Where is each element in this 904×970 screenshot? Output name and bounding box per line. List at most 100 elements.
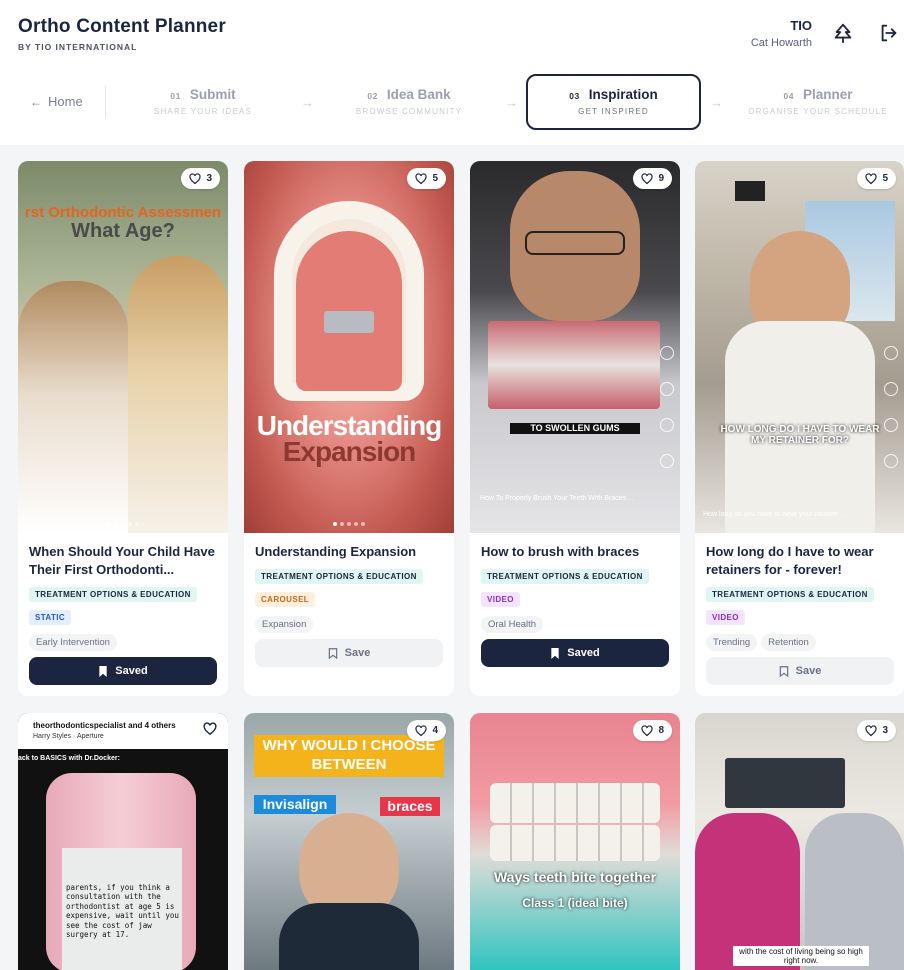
format-tag: VIDEO (706, 610, 745, 625)
save-button[interactable]: Save (255, 639, 443, 667)
inspiration-card[interactable]: Ways teeth bite together Class 1 (ideal … (470, 713, 680, 970)
card-title: Understanding Expansion (255, 544, 417, 559)
card-thumbnail[interactable]: Understanding Expansion (244, 161, 454, 533)
format-tag: VIDEO (481, 592, 520, 607)
tree-icon[interactable] (832, 22, 854, 44)
like-count: 5 (882, 173, 888, 184)
brand: Ortho Content Planner BY TIO INTERNATION… (18, 16, 226, 52)
overlay-headline: Ways teeth bite together (493, 869, 657, 885)
inspiration-card[interactable]: theorthodonticspecialist and 4 others Ha… (18, 713, 228, 970)
step-title: Idea Bank (386, 87, 451, 102)
like-button[interactable]: 4 (407, 720, 446, 741)
heart-icon[interactable] (203, 722, 217, 736)
app-header: Ortho Content Planner BY TIO INTERNATION… (0, 0, 904, 145)
overlay-caption: HOW LONG DO I HAVE TO WEAR MY RETAINER F… (720, 424, 880, 446)
category-tag: TREATMENT OPTIONS & EDUCATION (29, 587, 197, 602)
like-button[interactable]: 8 (633, 720, 672, 741)
like-button[interactable]: 3 (857, 720, 896, 741)
card-thumbnail[interactable]: with the cost of living being so high ri… (695, 713, 904, 970)
card-thumbnail[interactable]: HOW LONG DO I HAVE TO WEAR MY RETAINER F… (695, 161, 904, 533)
card-thumbnail[interactable]: WHY WOULD I CHOOSE BETWEEN Invisalign br… (244, 713, 454, 970)
step-subtitle: BROWSE COMMUNITY (355, 107, 463, 116)
overlay-audio: Harry Styles · Aperture (33, 733, 104, 740)
topic-chip: Retention (761, 634, 816, 651)
like-button[interactable]: 9 (633, 168, 672, 189)
heart-icon (865, 724, 878, 736)
topic-chip: Early Intervention (29, 634, 117, 651)
card-body: How to brush with braces TREATMENT OPTIO… (481, 543, 671, 633)
step-submit[interactable]: 01 Submit SHARE YOUR IDEAS (128, 74, 278, 130)
saved-button[interactable]: Saved (481, 639, 669, 667)
overlay-subheadline: Expansion (282, 436, 417, 467)
like-count: 3 (882, 725, 888, 736)
overlay-option-b: braces (380, 797, 440, 816)
heart-icon (641, 172, 654, 184)
arrow-right-icon: → (710, 95, 723, 110)
overlay-username: theorthodonticspecialist and 4 others (33, 722, 176, 730)
overlay-subheadline: What Age? (71, 220, 175, 242)
heart-icon (415, 172, 428, 184)
like-button[interactable]: 3 (181, 168, 220, 189)
save-label: Save (344, 647, 371, 659)
overlay-description: How long do you have to wear your retain… (703, 511, 847, 518)
app-title: Ortho Content Planner (18, 16, 226, 37)
step-navigation: ← Home 01 Submit SHARE YOUR IDEAS → 02 Ide… (0, 74, 904, 130)
card-body: How long do I have to wear retainers for… (706, 543, 896, 651)
home-link[interactable]: ← Home (30, 94, 83, 109)
arrow-right-icon: → (505, 95, 518, 110)
like-button[interactable]: 5 (857, 168, 896, 189)
like-button[interactable]: 5 (407, 168, 446, 189)
user-info: TIO Cat Howarth (751, 18, 812, 49)
step-title: Submit (189, 87, 236, 102)
save-button[interactable]: Save (706, 657, 894, 685)
inspiration-card[interactable]: WHY WOULD I CHOOSE BETWEEN Invisalign br… (244, 713, 454, 970)
overlay-caption: ack to BASICS with Dr.Docker: (18, 755, 120, 762)
inspiration-card[interactable]: with the cost of living being so high ri… (695, 713, 904, 970)
topic-chip: Oral Health (481, 616, 544, 633)
saved-button[interactable]: Saved (29, 657, 217, 685)
inspiration-card[interactable]: Understanding Expansion 5 Understanding … (244, 161, 454, 696)
overlay-headline: rst Orthodontic Assessmen (24, 204, 222, 221)
topic-chip: Expansion (255, 616, 314, 633)
step-subtitle: ORGANISE YOUR SCHEDULE (748, 107, 888, 116)
step-number: 03 (569, 91, 580, 101)
inspiration-card[interactable]: HOW LONG DO I HAVE TO WEAR MY RETAINER F… (695, 161, 904, 696)
card-thumbnail[interactable]: rst Orthodontic Assessmen What Age? (18, 161, 228, 533)
step-idea-bank[interactable]: 02 Idea Bank BROWSE COMMUNITY (333, 74, 485, 130)
inspiration-card[interactable]: rst Orthodontic Assessmen What Age? 3 Wh… (18, 161, 228, 696)
bookmark-icon (328, 647, 337, 659)
heart-icon (189, 172, 202, 184)
social-icons (660, 346, 674, 468)
user-org: TIO (790, 18, 812, 33)
step-inspiration[interactable]: 03 Inspiration GET INSPIRED (526, 74, 701, 130)
step-number: 01 (170, 91, 181, 101)
home-label: Home (48, 94, 83, 109)
overlay-caption: TO SWOLLEN GUMS (510, 423, 640, 435)
card-body: Understanding Expansion TREATMENT OPTION… (255, 543, 445, 633)
logout-icon[interactable] (878, 22, 900, 44)
like-count: 4 (432, 725, 438, 736)
heart-icon (865, 172, 878, 184)
social-icons (884, 346, 898, 468)
arrow-right-icon: → (301, 95, 314, 110)
card-thumbnail[interactable]: TO SWOLLEN GUMS How To Properly Brush Yo… (470, 161, 680, 533)
step-title: Inspiration (588, 87, 658, 102)
carousel-dots (107, 522, 139, 526)
overlay-option-a: Invisalign (254, 795, 336, 814)
overlay-subheadline: Class 1 (ideal bite) (522, 896, 628, 910)
card-title: When Should Your Child Have Their First … (29, 544, 215, 577)
heart-icon (415, 724, 428, 736)
format-tag: STATIC (29, 610, 72, 625)
like-count: 5 (432, 173, 438, 184)
step-planner[interactable]: 04 Planner ORGANISE YOUR SCHEDULE (740, 74, 896, 130)
card-thumbnail[interactable]: Ways teeth bite together Class 1 (ideal … (470, 713, 680, 970)
card-thumbnail[interactable]: theorthodonticspecialist and 4 others Ha… (18, 713, 228, 970)
category-tag: TREATMENT OPTIONS & EDUCATION (706, 587, 874, 602)
like-count: 9 (658, 173, 664, 184)
save-label: Saved (567, 647, 600, 659)
overlay-headline: WHY WOULD I CHOOSE BETWEEN (254, 735, 444, 777)
like-count: 3 (206, 173, 212, 184)
category-tag: TREATMENT OPTIONS & EDUCATION (481, 569, 649, 584)
inspiration-card[interactable]: TO SWOLLEN GUMS How To Properly Brush Yo… (470, 161, 680, 696)
overlay-description: How To Properly Brush Your Teeth With Br… (480, 495, 634, 502)
